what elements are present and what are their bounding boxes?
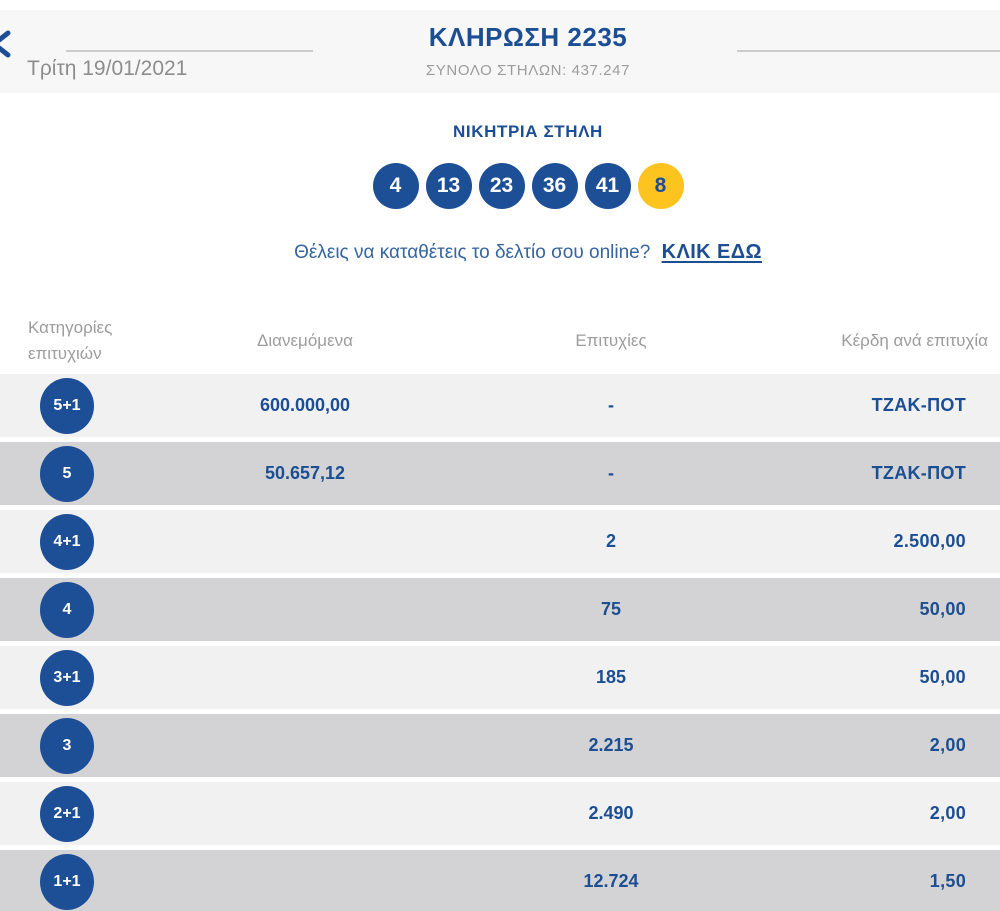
draw-header: Τρίτη 19/01/2021 ΚΛΗΡΩΣΗ 2235 ΣΥΝΟΛΟ ΣΤΗ… bbox=[0, 10, 1000, 93]
winning-number-ball: 13 bbox=[425, 163, 472, 209]
prize-value: 50,00 bbox=[919, 667, 966, 687]
joker-ball: 8 bbox=[637, 163, 684, 209]
winners-value: 185 bbox=[595, 667, 627, 687]
winners-value: - bbox=[608, 395, 614, 415]
joker-draw-results-page: Τρίτη 19/01/2021 ΚΛΗΡΩΣΗ 2235 ΣΥΝΟΛΟ ΣΤΗ… bbox=[0, 0, 1000, 911]
category-badge: 2+1 bbox=[40, 785, 94, 842]
category-badge: 4 bbox=[40, 581, 94, 638]
prize-value: 50,00 bbox=[919, 599, 966, 619]
table-row: 5+1 600.000,00 - ΤΖΑΚ-ΠΟΤ bbox=[0, 374, 1000, 437]
draw-title: ΚΛΗΡΩΣΗ 2235 bbox=[428, 22, 628, 52]
winning-number-ball: 4 bbox=[372, 163, 419, 209]
category-badge: 3 bbox=[40, 717, 94, 774]
winning-numbers: 4 13 23 36 41 8 bbox=[0, 163, 1000, 209]
category-badge: 5+1 bbox=[40, 377, 94, 434]
category-badge: 3+1 bbox=[40, 649, 94, 706]
table-row: 1+1 12.724 1,50 bbox=[0, 850, 1000, 911]
winning-number-ball: 23 bbox=[478, 163, 525, 209]
click-here-link[interactable]: ΚΛΙΚ ΕΔΩ bbox=[662, 241, 762, 263]
category-badge: 1+1 bbox=[40, 853, 94, 910]
cta-question: Θέλεις να καταθέτεις το δελτίο σου onlin… bbox=[294, 242, 651, 263]
header-right-divider bbox=[737, 50, 1000, 52]
winning-number-ball: 36 bbox=[531, 163, 578, 209]
prize-value: 2,00 bbox=[929, 735, 966, 755]
table-row: 3 2.215 2,00 bbox=[0, 714, 1000, 777]
distributed-value: 600.000,00 bbox=[259, 395, 351, 415]
winners-value: - bbox=[608, 463, 614, 483]
prize-value: 2,00 bbox=[929, 803, 966, 823]
prize-table: Κατηγορίες επιτυχιών Διανεμόμενα Επιτυχί… bbox=[0, 305, 1000, 911]
category-badge: 5 bbox=[40, 445, 94, 502]
distributed-value: 50.657,12 bbox=[264, 463, 346, 483]
prize-value: 2.500,00 bbox=[893, 531, 966, 551]
prize-value: 1,50 bbox=[929, 871, 966, 891]
header-prize: Κέρδη ανά επιτυχία bbox=[841, 330, 988, 350]
prize-value: ΤΖΑΚ-ΠΟΤ bbox=[871, 395, 966, 415]
table-row: 5 50.657,12 - ΤΖΑΚ-ΠΟΤ bbox=[0, 442, 1000, 505]
header-distributed: Διανεμόμενα bbox=[257, 330, 353, 350]
prize-table-header: Κατηγορίες επιτυχιών Διανεμόμενα Επιτυχί… bbox=[0, 305, 1000, 374]
winners-value: 2.490 bbox=[588, 803, 634, 823]
winning-number-ball: 41 bbox=[584, 163, 631, 209]
online-cta: Θέλεις να καταθέτεις το δελτίο σου onlin… bbox=[0, 241, 1000, 264]
header-winners: Επιτυχίες bbox=[575, 330, 647, 350]
winning-column-title: ΝΙΚΗΤΡΙΑ ΣΤΗΛΗ bbox=[453, 122, 603, 141]
winners-value: 2 bbox=[605, 531, 616, 551]
winners-value: 75 bbox=[600, 599, 622, 619]
prize-table-body: 5+1 600.000,00 - ΤΖΑΚ-ΠΟΤ 5 50.657,12 - … bbox=[0, 374, 1000, 911]
header-categories: Κατηγορίες επιτυχιών bbox=[28, 318, 113, 363]
table-row: 4+1 2 2.500,00 bbox=[0, 510, 1000, 573]
table-row: 2+1 2.490 2,00 bbox=[0, 782, 1000, 845]
prize-value: ΤΖΑΚ-ΠΟΤ bbox=[871, 463, 966, 483]
total-columns: ΣΥΝΟΛΟ ΣΤΗΛΩΝ: 437.247 bbox=[425, 62, 631, 79]
category-badge: 4+1 bbox=[40, 513, 94, 570]
winners-value: 2.215 bbox=[588, 735, 634, 755]
table-row: 3+1 185 50,00 bbox=[0, 646, 1000, 709]
table-row: 4 75 50,00 bbox=[0, 578, 1000, 641]
winners-value: 12.724 bbox=[583, 871, 639, 891]
